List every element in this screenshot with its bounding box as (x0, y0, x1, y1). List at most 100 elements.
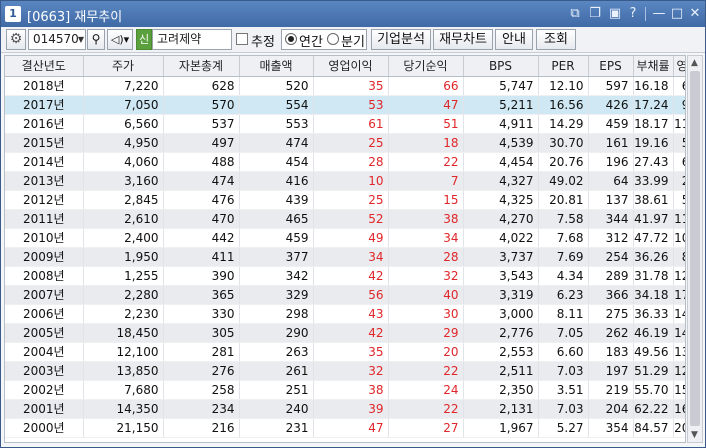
table-row[interactable]: 2009년1,95041137734283,7377.6925436.268.9… (5, 247, 685, 267)
table-row[interactable]: 2010년2,40044245949344,0227.6831247.7210.… (5, 228, 685, 248)
column-header[interactable]: 부채률 (633, 56, 674, 77)
maximize-icon[interactable]: □ (669, 6, 685, 22)
table-cell: 42 (313, 266, 389, 286)
column-header[interactable]: 당기순익 (388, 56, 464, 77)
table-cell: 426 (588, 95, 634, 115)
table-cell: 488 (163, 152, 240, 172)
window-cascade-icon[interactable]: ❐ (587, 6, 603, 22)
table-row[interactable]: 2001년14,35023424039222,1317.0320462.2216… (5, 399, 685, 419)
table-row[interactable]: 2017년7,05057055453475,21116.5642617.249.… (5, 95, 685, 115)
column-header[interactable]: 영익률 (673, 56, 685, 77)
company-name-field[interactable]: 고려제약 (152, 29, 232, 50)
table-cell: 344 (588, 209, 634, 229)
chevron-down-icon[interactable]: ▼ (78, 30, 84, 49)
scrollbar-thumb[interactable] (690, 71, 700, 426)
table-row[interactable]: 2012년2,84547643925154,32520.8113738.615.… (5, 190, 685, 210)
table-cell: 2003년 (5, 361, 84, 381)
table-cell: 263 (239, 342, 314, 362)
table-row[interactable]: 2000년21,15021623147271,9675.2735484.5720… (5, 418, 685, 438)
table-cell: 12.35 (673, 266, 685, 286)
table-cell: 597 (588, 76, 634, 96)
table-cell: 254 (588, 247, 634, 267)
tile-icon[interactable]: ▣ (607, 6, 623, 22)
stock-code-input[interactable]: 014570 ▼ (28, 29, 86, 50)
financial-table: 결산년도 주가 자본총계 매출액 영업이익 당기순익 BPS PER EPS 부… (4, 55, 686, 443)
table-cell: 216 (163, 418, 240, 438)
table-row[interactable]: 2016년6,56053755361514,91114.2945918.1711… (5, 114, 685, 134)
table-cell: 2,350 (463, 380, 539, 400)
table-cell: 2002년 (5, 380, 84, 400)
table-cell: 18,450 (83, 323, 164, 343)
table-cell: 56 (313, 285, 389, 305)
window-restore-icon[interactable]: ⧉ (567, 6, 583, 22)
gear-icon: ⚙ (9, 31, 23, 47)
estimate-checkbox[interactable] (236, 33, 248, 45)
close-icon[interactable]: ✕ (687, 6, 703, 22)
table-row[interactable]: 2013년3,1604744161074,32749.026433.992.49 (5, 171, 685, 191)
table-row[interactable]: 2002년7,68025825138242,3503.5121955.7015.… (5, 380, 685, 400)
table-cell: 84.57 (633, 418, 674, 438)
table-cell: 35 (313, 76, 389, 96)
inquiry-button[interactable]: 조회 (536, 29, 576, 50)
settings-button[interactable]: ⚙ (6, 29, 26, 50)
table-cell: 2,610 (83, 209, 164, 229)
column-header[interactable]: 자본총계 (163, 56, 240, 77)
column-header[interactable]: EPS (588, 56, 634, 77)
table-row[interactable]: 2014년4,06048845428224,45420.7619627.436.… (5, 152, 685, 172)
table-cell: 2,230 (83, 304, 164, 324)
table-cell: 43 (313, 304, 389, 324)
help-icon[interactable]: ? (625, 6, 641, 22)
financial-trend-window: 1 [0663] 재무추이 ⧉ ❐ ▣ ? — □ ✕ ⚙ 014570 ▼ ⚲… (0, 0, 706, 448)
table-row[interactable]: 2004년12,10028126335202,5536.6018349.5613… (5, 342, 685, 362)
column-header[interactable]: PER (538, 56, 589, 77)
table-cell: 42 (313, 323, 389, 343)
scroll-down-icon[interactable]: ▼ (691, 430, 698, 440)
guide-button[interactable]: 안내 (495, 29, 533, 50)
table-cell: 442 (163, 228, 240, 248)
table-cell: 21,150 (83, 418, 164, 438)
table-cell: 15.24 (673, 380, 685, 400)
table-cell: 4,060 (83, 152, 164, 172)
table-row[interactable]: 2018년7,22062852035665,74712.1059716.186.… (5, 76, 685, 96)
financial-chart-button[interactable]: 재무차트 (433, 29, 493, 50)
search-button[interactable]: ⚲ (87, 29, 105, 50)
vertical-scrollbar[interactable]: ▲ ▼ (687, 55, 703, 443)
column-header[interactable]: BPS (463, 56, 539, 77)
company-analysis-button[interactable]: 기업분석 (371, 29, 431, 50)
table-cell: 476 (163, 190, 240, 210)
table-cell: 5.27 (538, 418, 589, 438)
table-cell: 55.70 (633, 380, 674, 400)
table-cell: 66 (388, 76, 464, 96)
table-cell: 570 (163, 95, 240, 115)
column-header[interactable]: 결산년도 (5, 56, 84, 77)
table-cell: 61 (313, 114, 389, 134)
speaker-button[interactable]: ◁)▾ (107, 29, 133, 50)
table-row[interactable]: 2005년18,45030529042292,7767.0526246.1914… (5, 323, 685, 343)
column-header[interactable]: 매출액 (239, 56, 314, 77)
table-row[interactable]: 2007년2,28036532956403,3196.2336634.1817.… (5, 285, 685, 305)
title-bar-divider (645, 7, 646, 21)
column-header[interactable]: 영업이익 (313, 56, 389, 77)
table-cell: 20.76 (538, 152, 589, 172)
table-cell: 22 (388, 361, 464, 381)
table-row[interactable]: 2008년1,25539034242323,5434.3428931.7812.… (5, 266, 685, 286)
table-cell: 12.43 (673, 361, 685, 381)
table-cell: 11.09 (673, 114, 685, 134)
annual-radio[interactable] (285, 33, 297, 45)
table-cell: 366 (588, 285, 634, 305)
quarter-radio[interactable] (327, 33, 339, 45)
table-row[interactable]: 2011년2,61047046552384,2707.5834441.9711.… (5, 209, 685, 229)
table-cell: 25 (313, 133, 389, 153)
table-cell: 30 (388, 304, 464, 324)
table-cell: 7 (388, 171, 464, 191)
table-cell: 20.32 (673, 418, 685, 438)
table-cell: 454 (239, 152, 314, 172)
table-row[interactable]: 2006년2,23033029843303,0008.1127536.3314.… (5, 304, 685, 324)
table-row[interactable]: 2015년4,95049747425184,53930.7016119.165.… (5, 133, 685, 153)
table-row[interactable]: 2003년13,85027626132222,5117.0319751.2912… (5, 361, 685, 381)
column-header[interactable]: 주가 (83, 56, 164, 77)
scroll-up-icon[interactable]: ▲ (691, 58, 698, 68)
minimize-icon[interactable]: — (651, 6, 667, 22)
table-cell: 5.35 (673, 133, 685, 153)
table-cell: 2,553 (463, 342, 539, 362)
